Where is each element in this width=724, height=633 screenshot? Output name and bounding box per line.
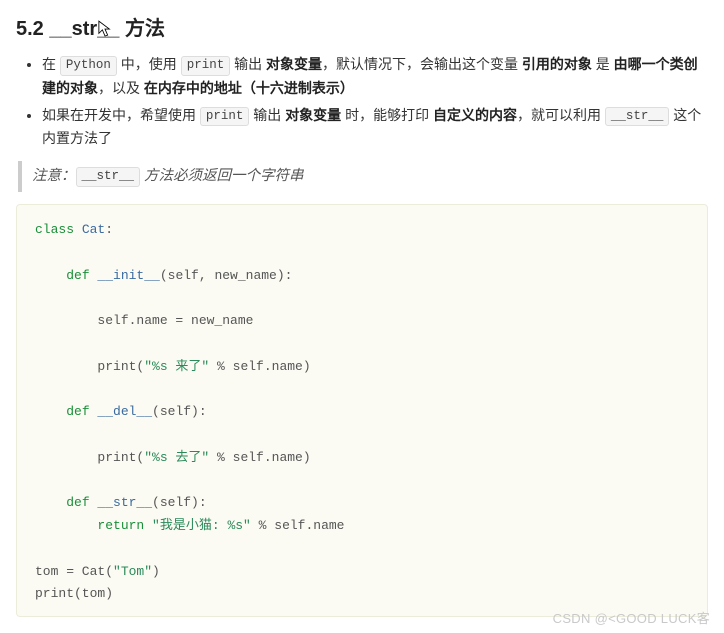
bold-text: 对象变量: [285, 107, 341, 123]
bold-text: 自定义的内容: [433, 107, 517, 123]
code-text: (self, new_name):: [160, 268, 293, 283]
text: 输出: [249, 107, 285, 123]
code-indent: [35, 518, 97, 533]
code-classname: Cat: [74, 222, 105, 237]
text: 时，能够打印: [341, 107, 433, 123]
code-text: % self.name): [209, 450, 310, 465]
code-text: print(: [35, 359, 144, 374]
text: 中，使用: [117, 56, 181, 72]
inline-code: Python: [60, 56, 117, 76]
code-text: self.name = new_name: [35, 313, 253, 328]
code-text: [144, 518, 152, 533]
heading-tail: 方法: [125, 18, 165, 40]
code-keyword: class: [35, 222, 74, 237]
inline-code: __str__: [605, 107, 670, 127]
heading-code: __str__: [49, 18, 119, 40]
list-item: 在 Python 中，使用 print 输出 对象变量，默认情况下，会输出这个变…: [42, 53, 708, 101]
text: 是: [592, 56, 614, 72]
bold-text: 对象变量: [266, 56, 322, 72]
list-item: 如果在开发中，希望使用 print 输出 对象变量 时，能够打印 自定义的内容，…: [42, 104, 708, 152]
code-text: ): [152, 564, 160, 579]
code-text: (self):: [152, 404, 207, 419]
code-keyword: def: [66, 268, 89, 283]
bold-text: 在内存中的地址（十六进制表示）: [144, 80, 354, 96]
inline-code: print: [181, 56, 231, 76]
code-keyword: def: [66, 404, 89, 419]
text: ，以及: [98, 80, 144, 96]
code-text: tom = Cat(: [35, 564, 113, 579]
bullet-list: 在 Python 中，使用 print 输出 对象变量，默认情况下，会输出这个变…: [16, 53, 708, 151]
text: 在: [42, 56, 60, 72]
code-func: __del__: [90, 404, 152, 419]
code-text: (self):: [152, 495, 207, 510]
note-tail: 方法必须返回一个字符串: [140, 168, 304, 184]
code-func: __str__: [90, 495, 152, 510]
code-indent: [35, 404, 66, 419]
code-text: print(: [35, 450, 144, 465]
code-indent: [35, 268, 66, 283]
text: ，默认情况下，会输出这个变量: [322, 56, 522, 72]
code-keyword: def: [66, 495, 89, 510]
inline-code: print: [200, 107, 250, 127]
heading-number: 5.2: [16, 18, 44, 40]
section-heading: 5.2 __str__ 方法: [16, 12, 708, 41]
code-string: "%s 去了": [144, 450, 209, 465]
note-lead: 注意：: [32, 168, 76, 184]
note-block: 注意：__str__ 方法必须返回一个字符串: [18, 161, 708, 192]
code-text: print(tom): [35, 586, 113, 601]
code-func: __init__: [90, 268, 160, 283]
text: 如果在开发中，希望使用: [42, 107, 200, 123]
text: ，就可以利用: [517, 107, 605, 123]
code-string: "%s 来了": [144, 359, 209, 374]
bold-text: 引用的对象: [522, 56, 592, 72]
code-keyword: return: [97, 518, 144, 533]
code-indent: [35, 495, 66, 510]
code-text: :: [105, 222, 113, 237]
text: 输出: [230, 56, 266, 72]
code-text: % self.name): [209, 359, 310, 374]
code-string: "我是小猫: %s": [152, 518, 251, 533]
code-text: % self.name: [251, 518, 345, 533]
inline-code: __str__: [76, 167, 141, 187]
code-string: "Tom": [113, 564, 152, 579]
code-block: class Cat: def __init__(self, new_name):…: [16, 204, 708, 617]
